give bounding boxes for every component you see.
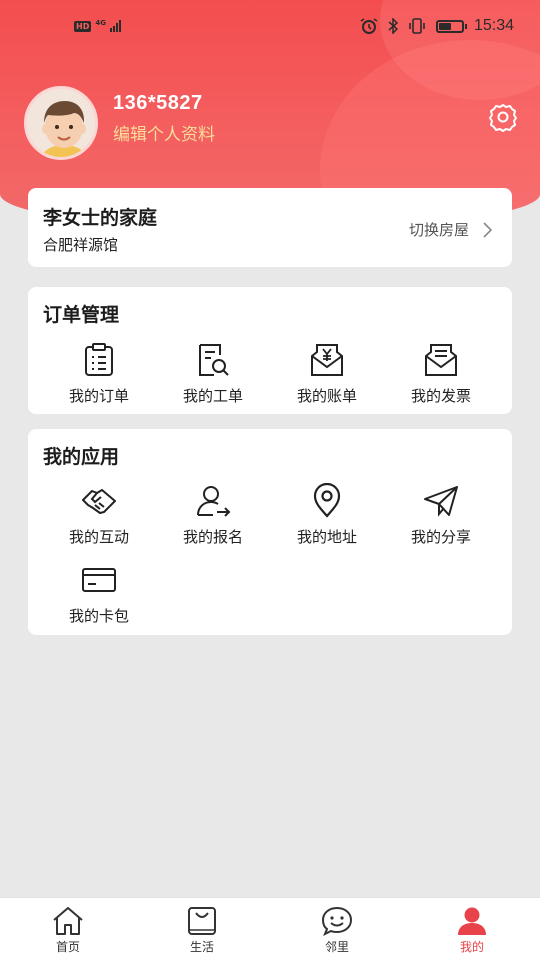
settings-gear-icon[interactable] [488,102,518,132]
user-phone: 136*5827 [113,92,203,114]
my-cards-label: 我的卡包 [68,607,129,625]
my-apps-card: 我的应用 我的互动 我的报名 我的地址 我的分享 我的卡包 [28,429,512,635]
my-cards-button[interactable]: 我的卡包 [44,562,154,626]
my-bills-label: 我的账单 [296,387,357,405]
alarm-icon [360,18,378,34]
clipboard-icon [85,343,113,376]
my-orders-button[interactable]: 我的订单 [44,342,154,406]
shopping-bag-icon [188,907,216,935]
document-search-icon [199,344,229,376]
my-apps-title: 我的应用 [43,446,120,468]
handshake-icon [82,489,116,514]
vibrate-icon [409,18,425,34]
my-invoices-label: 我的发票 [410,387,471,405]
invoice-envelope-icon [425,344,457,376]
card-icon [82,568,116,592]
tab-life[interactable]: 生活 [162,906,242,955]
my-workorders-button[interactable]: 我的工单 [158,342,268,406]
person-icon [458,907,486,935]
location-pin-icon [313,483,341,518]
bluetooth-icon [388,18,398,34]
my-address-button[interactable]: 我的地址 [272,483,382,547]
home-subtitle: 合肥祥源馆 [43,236,119,254]
tab-home-label: 首页 [55,940,80,954]
my-shares-label: 我的分享 [410,528,471,546]
tab-neighbors[interactable]: 邻里 [297,906,377,955]
home-title: 李女士的家庭 [43,207,158,229]
smile-icon [321,906,353,936]
my-registrations-button[interactable]: 我的报名 [158,483,268,547]
home-card[interactable]: 李女士的家庭 合肥祥源馆 切换房屋 [28,188,512,267]
order-management-card: 订单管理 我的订单 我的工单 我的账单 我的发票 [28,287,512,414]
avatar[interactable] [24,86,98,160]
home-icon [53,907,83,935]
hd-badge: HD [74,20,92,32]
my-invoices-button[interactable]: 我的发票 [386,342,496,406]
tab-mine[interactable]: 我的 [432,906,512,955]
tab-life-label: 生活 [189,940,214,954]
switch-home-label: 切换房屋 [408,221,469,239]
my-orders-label: 我的订单 [68,387,129,405]
tab-mine-label: 我的 [459,940,484,954]
order-management-title: 订单管理 [43,304,120,326]
status-bar: HD 4G 15:34 [0,0,540,54]
tab-neighbors-label: 邻里 [324,940,349,954]
my-registrations-label: 我的报名 [182,528,243,546]
my-address-label: 我的地址 [296,528,357,546]
my-bills-button[interactable]: 我的账单 [272,342,382,406]
my-interactions-label: 我的互动 [68,528,129,546]
edit-profile-link[interactable]: 编辑个人资料 [113,120,215,145]
switch-home-button[interactable]: 切换房屋 [409,219,492,240]
my-workorders-label: 我的工单 [182,387,243,405]
tab-home[interactable]: 首页 [28,906,108,955]
chevron-right-icon [483,221,492,238]
bottom-tab-bar: 首页 生活 邻里 我的 [0,897,540,960]
battery-icon [435,19,467,33]
signal-icon [109,20,121,32]
network-type: 4G [95,19,106,27]
clock: 15:34 [473,17,514,34]
user-arrow-icon [197,486,231,517]
my-interactions-button[interactable]: 我的互动 [44,483,154,547]
yen-envelope-icon [311,344,343,376]
paper-plane-icon [424,486,458,517]
my-shares-button[interactable]: 我的分享 [386,483,496,547]
